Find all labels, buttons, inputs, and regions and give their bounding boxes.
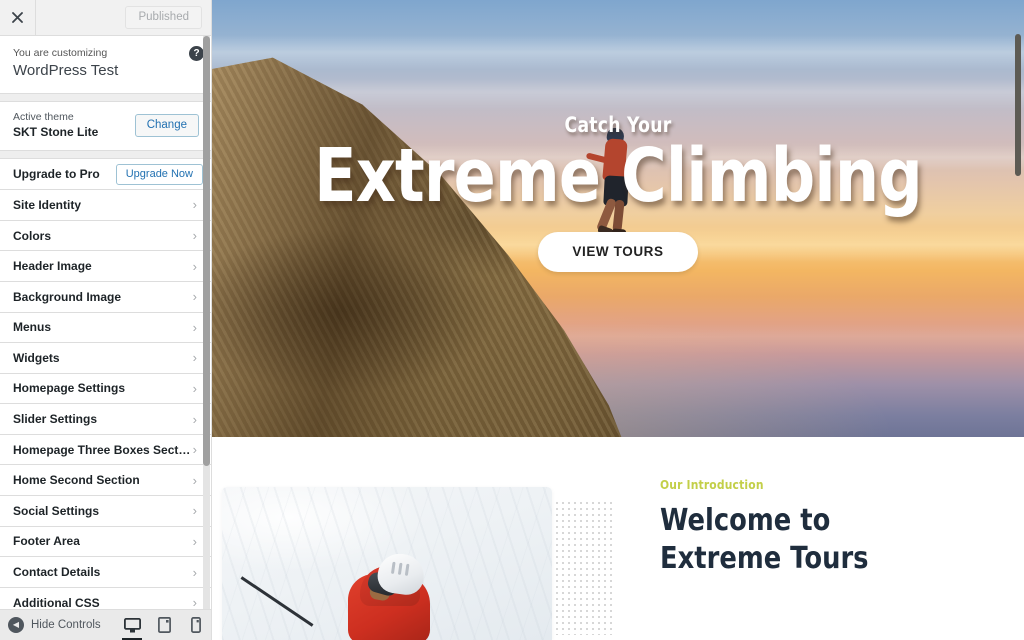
desktop-icon[interactable]	[116, 610, 148, 640]
customizer-bottom-bar: ◀ Hide Controls	[0, 609, 211, 640]
hide-controls-button[interactable]: ◀ Hide Controls	[8, 617, 101, 633]
sidebar-item-home-second-section[interactable]: Home Second Section ›	[0, 465, 211, 497]
chevron-right-icon: ›	[192, 595, 197, 611]
sidebar-scrollbar-thumb[interactable]	[203, 36, 210, 466]
customizer-topbar: Published	[0, 0, 211, 36]
help-icon[interactable]: ?	[189, 46, 204, 61]
panel-divider-2	[0, 151, 211, 160]
chevron-right-icon: ›	[192, 472, 197, 488]
sidebar-item-label: Colors	[13, 228, 52, 243]
chevron-right-icon: ›	[192, 564, 197, 580]
active-theme-row: Active theme SKT Stone Lite Change	[0, 102, 211, 152]
close-icon[interactable]	[0, 0, 36, 35]
sidebar-item-label: Header Image	[13, 259, 92, 274]
active-theme-label: Active theme	[13, 111, 74, 123]
chevron-right-icon: ›	[192, 228, 197, 244]
helmet-vent-3	[404, 563, 410, 576]
preview-scrollbar[interactable]	[1015, 0, 1023, 640]
sidebar-item-slider-settings[interactable]: Slider Settings ›	[0, 404, 211, 435]
sidebar-item-homepage-three-boxes-section[interactable]: Homepage Three Boxes Section ›	[0, 434, 211, 466]
sidebar-item-colors[interactable]: Colors ›	[0, 220, 211, 252]
hero-title: Extreme Climbing	[314, 133, 923, 219]
sidebar-item-social-settings[interactable]: Social Settings ›	[0, 496, 211, 527]
sidebar-item-contact-details[interactable]: Contact Details ›	[0, 557, 211, 588]
upgrade-to-pro-row: Upgrade to Pro Upgrade Now	[0, 159, 211, 191]
sidebar-item-background-image[interactable]: Background Image ›	[0, 281, 211, 313]
customizing-header: You are customizing WordPress Test ?	[0, 36, 211, 94]
upgrade-now-button[interactable]: Upgrade Now	[115, 163, 203, 185]
customizer-panel: You are customizing WordPress Test ? Act…	[0, 36, 211, 619]
intro-text-block: Our Introduction Welcome to Extreme Tour…	[660, 477, 1000, 578]
site-name: WordPress Test	[13, 62, 119, 79]
chevron-right-icon: ›	[192, 503, 197, 519]
active-theme-name: SKT Stone Lite	[13, 125, 99, 140]
skier-figure	[240, 542, 448, 640]
customizing-label: You are customizing	[13, 47, 108, 59]
site-preview: Catch Your Extreme Climbing VIEW TOURS O…	[212, 0, 1024, 640]
active-theme-text: Active theme SKT Stone Lite	[13, 111, 98, 140]
chevron-right-icon: ›	[192, 533, 197, 549]
sidebar-item-header-image[interactable]: Header Image ›	[0, 251, 211, 282]
sidebar-item-label: Widgets	[13, 350, 60, 365]
sidebar-scrollbar[interactable]	[203, 36, 210, 613]
device-preview-group	[116, 610, 211, 640]
hero-slider: Catch Your Extreme Climbing VIEW TOURS	[212, 0, 1024, 437]
panel-divider	[0, 94, 211, 102]
sidebar-item-site-identity[interactable]: Site Identity ›	[0, 190, 211, 221]
sidebar-item-label: Menus	[13, 320, 52, 335]
collapse-arrow-icon: ◀	[8, 617, 24, 633]
sidebar-item-label: Contact Details	[13, 565, 101, 580]
intro-section: Our Introduction Welcome to Extreme Tour…	[212, 437, 1024, 640]
chevron-right-icon: ›	[192, 411, 197, 427]
chevron-right-icon: ›	[192, 350, 197, 366]
upgrade-to-pro-label: Upgrade to Pro	[13, 167, 100, 182]
chevron-right-icon: ›	[192, 197, 197, 213]
sidebar-item-label: Site Identity	[13, 197, 82, 212]
tablet-icon[interactable]	[148, 610, 180, 640]
helmet-vent-1	[390, 561, 396, 575]
sidebar-item-footer-area[interactable]: Footer Area ›	[0, 526, 211, 558]
sidebar-item-label: Homepage Settings	[13, 381, 126, 396]
chevron-right-icon: ›	[192, 380, 197, 396]
hero-content: Catch Your Extreme Climbing VIEW TOURS	[212, 112, 1024, 272]
sidebar-item-label: Background Image	[13, 289, 122, 304]
chevron-right-icon: ›	[192, 319, 197, 335]
sidebar-item-widgets[interactable]: Widgets ›	[0, 343, 211, 374]
sidebar-item-homepage-settings[interactable]: Homepage Settings ›	[0, 373, 211, 405]
sidebar-item-label: Slider Settings	[13, 412, 98, 427]
intro-eyebrow: Our Introduction	[660, 477, 764, 492]
change-theme-button[interactable]: Change	[134, 114, 199, 138]
intro-image	[222, 487, 552, 640]
sidebar-item-label: Home Second Section	[13, 473, 140, 488]
sidebar-item-label: Social Settings	[13, 503, 100, 518]
publish-button[interactable]: Published	[125, 6, 202, 29]
sidebar-item-label: Footer Area	[13, 534, 80, 549]
sidebar-item-menus[interactable]: Menus ›	[0, 312, 211, 344]
customizer-sidebar: Published You are customizing WordPress …	[0, 0, 212, 640]
chevron-right-icon: ›	[192, 289, 197, 305]
chevron-right-icon: ›	[192, 442, 197, 458]
helmet-vent-2	[397, 562, 403, 575]
chevron-right-icon: ›	[192, 258, 197, 274]
intro-heading: Welcome to Extreme Tours	[660, 503, 869, 576]
view-tours-button[interactable]: VIEW TOURS	[538, 232, 698, 272]
mobile-icon[interactable]	[180, 610, 211, 640]
customizer-section-list: Site Identity › Colors › Header Image › Backgr…	[0, 190, 211, 619]
sidebar-item-label: Homepage Three Boxes Section	[13, 442, 193, 457]
sidebar-item-label: Additional CSS	[13, 595, 100, 610]
hide-controls-label: Hide Controls	[31, 619, 101, 631]
